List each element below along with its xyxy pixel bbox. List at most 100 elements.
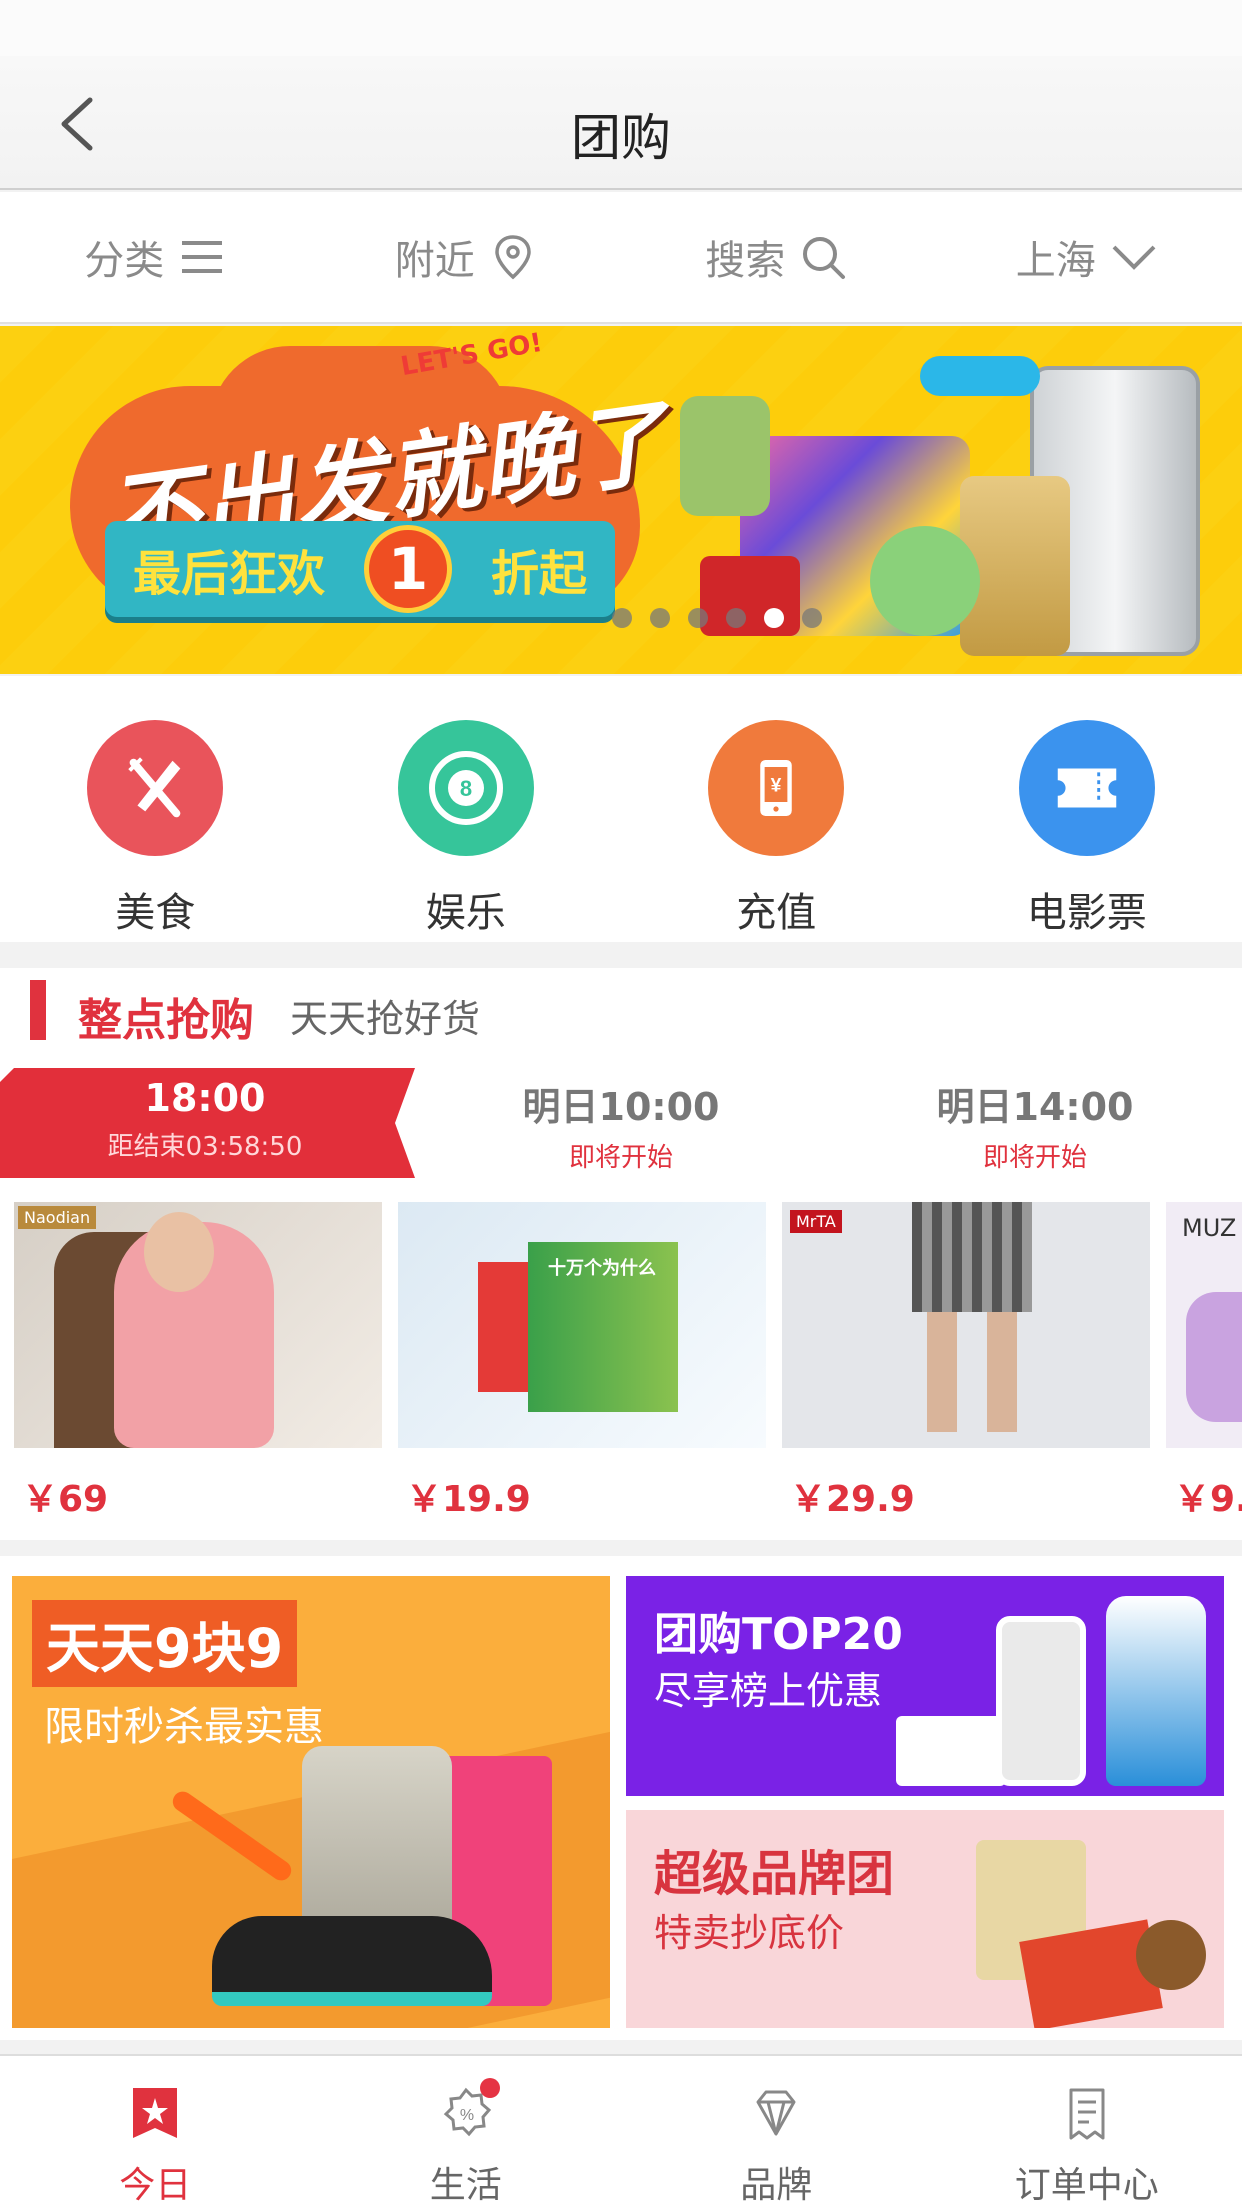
- tab-today[interactable]: 今日: [0, 2056, 311, 2208]
- product-leg-shape: [927, 1312, 957, 1432]
- time-slot-status: 即将开始: [982, 1143, 1087, 1173]
- tab-brand[interactable]: 品牌: [621, 2056, 932, 2208]
- product-price: ￥9.: [1174, 1479, 1242, 1520]
- menu-icon: [182, 241, 223, 273]
- category-recharge[interactable]: ¥ 充值: [621, 676, 932, 942]
- promo-brand-subtitle: 特卖抄底价: [654, 1911, 845, 1955]
- product-price: ￥29.9: [790, 1479, 915, 1520]
- promo-sneaker-image: [212, 1916, 492, 2006]
- promo-brand-title: 超级品牌团: [654, 1846, 895, 1902]
- category-filter-label: 分类: [84, 238, 165, 284]
- promo-super-brand[interactable]: 超级品牌团 特卖抄底价: [626, 1810, 1224, 2028]
- category-filter-button[interactable]: 分类: [0, 192, 311, 322]
- banner-dot[interactable]: [650, 608, 670, 628]
- status-bar: [0, 0, 1242, 56]
- search-button[interactable]: 搜索: [621, 192, 932, 322]
- tab-today-label: 今日: [119, 2165, 192, 2206]
- fork-knife-icon: [87, 720, 224, 856]
- nearby-label: 附近: [394, 238, 475, 284]
- promo-banner-carousel[interactable]: LET'S GO! 不出发就晚了 最后狂欢 1 折起: [0, 326, 1242, 674]
- product-card[interactable]: 十万个为什么 ￥19.9: [398, 1202, 766, 1522]
- product-card[interactable]: MUZ ￥9.: [1166, 1202, 1242, 1522]
- time-slot-tab-active[interactable]: 18:00 距结束03:58:50: [0, 1068, 410, 1178]
- time-slot-time: 明日14:00: [936, 1085, 1134, 1129]
- promo-daily-tag: 天天9块9: [32, 1600, 298, 1687]
- nav-header: 团购: [0, 56, 1242, 190]
- product-book-title: 十万个为什么: [548, 1258, 656, 1279]
- category-recharge-label: 充值: [736, 890, 817, 936]
- product-card[interactable]: Naodian ￥69: [14, 1202, 382, 1522]
- promo-top20[interactable]: 团购TOP20 尽享榜上优惠: [626, 1576, 1224, 1796]
- flash-sale-time-tabs: 18:00 距结束03:58:50 明日10:00 即将开始 明日14:00 即…: [0, 1068, 1242, 1178]
- banner-ribbon-right: 折起: [490, 546, 587, 602]
- product-brand-badge: MUZ: [1182, 1214, 1237, 1242]
- tab-orders[interactable]: 订单中心: [932, 2056, 1242, 2208]
- category-grid: 美食 8 娱乐 ¥ 充值 电影票: [0, 676, 1242, 942]
- product-image-books: 十万个为什么: [398, 1202, 766, 1448]
- promo-top20-title: 团购TOP20: [654, 1609, 903, 1660]
- search-icon: [803, 237, 846, 279]
- svg-text:¥: ¥: [771, 776, 782, 797]
- product-image-pajamas: Naodian: [14, 1202, 382, 1448]
- category-food[interactable]: 美食: [0, 676, 311, 942]
- banner-dot-active[interactable]: [764, 608, 784, 628]
- promo-daily-subtitle: 限时秒杀最实惠: [44, 1704, 324, 1750]
- flash-product-list: Naodian ￥69 十万个为什么 ￥19.9 MrTA ￥29.9 MUZ: [14, 1202, 1242, 1522]
- city-selector[interactable]: 上海: [932, 192, 1242, 322]
- movie-ticket-icon: [1018, 720, 1155, 856]
- banner-dot[interactable]: [726, 608, 746, 628]
- tab-brand-label: 品牌: [740, 2165, 813, 2206]
- svg-text:8: 8: [460, 776, 472, 801]
- category-movie-ticket[interactable]: 电影票: [932, 676, 1242, 942]
- banner-ribbon-left: 最后狂欢: [133, 546, 326, 602]
- billiard-ball-icon: 8: [397, 720, 534, 856]
- promo-phone-image: [996, 1616, 1086, 1786]
- page-title: 团购: [571, 109, 671, 167]
- banner-ribbon-number: 1: [364, 525, 452, 613]
- time-slot-tab[interactable]: 明日10:00 即将开始: [416, 1068, 826, 1178]
- promo-nuts-image: [1136, 1920, 1206, 1990]
- promo-detergent-image: [1106, 1596, 1206, 1786]
- banner-aloe-image: [870, 526, 980, 636]
- banner-page-indicator: [612, 608, 822, 628]
- chevron-down-icon: [1112, 245, 1156, 270]
- section-accent-bar: [30, 980, 46, 1040]
- diamond-icon: [756, 2090, 796, 2136]
- category-food-label: 美食: [115, 890, 196, 936]
- promo-daily-9-9[interactable]: 天天9块9 限时秒杀最实惠: [12, 1576, 610, 2028]
- tab-life[interactable]: % 生活: [311, 2056, 622, 2208]
- time-slot-time: 18:00: [144, 1076, 266, 1120]
- banner-snack-image: [680, 396, 770, 516]
- banner-ribbon: 最后狂欢 1 折起: [105, 521, 615, 617]
- time-slot-status: 即将开始: [568, 1143, 673, 1173]
- tab-life-label: 生活: [429, 2165, 502, 2206]
- banner-sunglasses-image: [920, 356, 1040, 396]
- product-head-shape: [144, 1212, 214, 1292]
- product-bag-shape: [1186, 1292, 1242, 1422]
- product-image-shorts: MrTA: [782, 1202, 1150, 1448]
- order-list-icon: [1069, 2088, 1105, 2140]
- city-label: 上海: [1015, 238, 1096, 284]
- product-leg-shape: [987, 1312, 1017, 1432]
- flash-sale-title: 整点抢购: [78, 995, 254, 1046]
- nearby-button[interactable]: 附近: [311, 192, 622, 322]
- product-price: ￥69: [22, 1479, 109, 1520]
- notification-dot: [479, 2078, 500, 2098]
- svg-text:%: %: [460, 2107, 474, 2124]
- phone-recharge-icon: ¥: [708, 720, 845, 856]
- flash-sale-section: 整点抢购 天天抢好货 18:00 距结束03:58:50 明日10:00 即将开…: [0, 968, 1242, 1540]
- banner-dot[interactable]: [612, 608, 632, 628]
- category-entertainment[interactable]: 8 娱乐: [311, 676, 622, 942]
- category-entertainment-label: 娱乐: [425, 890, 506, 936]
- search-label: 搜索: [705, 238, 786, 284]
- time-slot-tab[interactable]: 明日14:00 即将开始: [830, 1068, 1240, 1178]
- banner-dot[interactable]: [688, 608, 708, 628]
- bottom-tab-bar: 今日 % 生活 品牌 订单中心: [0, 2054, 1242, 2208]
- tab-orders-label: 订单中心: [1014, 2165, 1159, 2206]
- star-badge-icon: [133, 2088, 178, 2138]
- product-brand-badge: Naodian: [18, 1206, 97, 1229]
- product-card[interactable]: MrTA ￥29.9: [782, 1202, 1150, 1522]
- flash-sale-subtitle: 天天抢好货: [290, 997, 481, 1041]
- promo-tissue-image: [896, 1716, 1006, 1786]
- banner-dot[interactable]: [802, 608, 822, 628]
